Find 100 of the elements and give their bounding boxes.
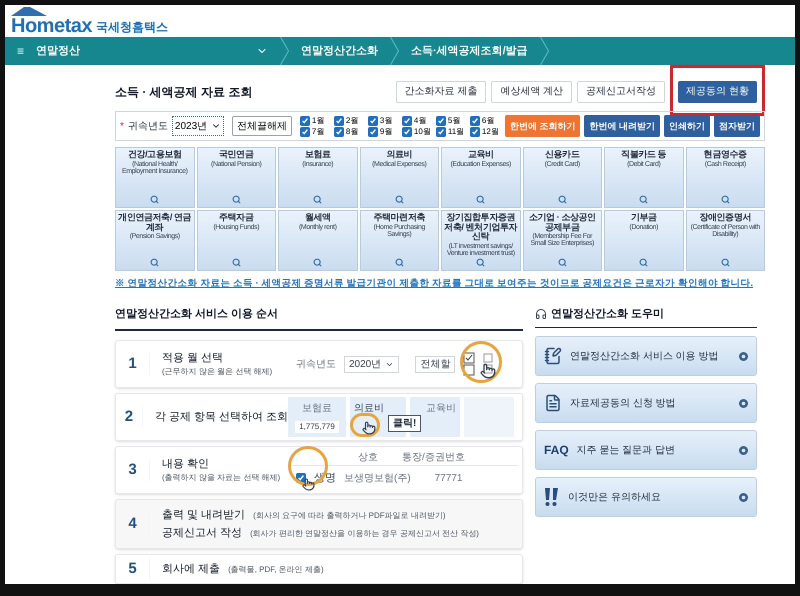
search-icon xyxy=(720,258,730,268)
month-label: 11월 xyxy=(448,128,464,136)
toolbar-button[interactable]: 제공동의 현황 xyxy=(678,80,757,102)
step-number: 5 xyxy=(116,558,150,580)
search-icon xyxy=(232,195,241,204)
action-button[interactable]: 점자받기 xyxy=(714,115,760,138)
exclamation-icon xyxy=(544,487,560,507)
month-label: 12월 xyxy=(482,128,499,136)
step-title: 내용 확인 xyxy=(162,456,210,472)
step-note: (근무하지 않은 월은 선택 해제) xyxy=(162,366,274,378)
toolbar-button[interactable]: 예상세액 계산 xyxy=(491,80,572,102)
help-link-card[interactable]: FAQ 지주 묻는 질문과 답변 xyxy=(535,430,757,470)
year-select[interactable]: 2023년 xyxy=(172,116,224,136)
logo-subtitle: 국세청홈택스 xyxy=(96,18,168,36)
help-link-label: 자료제공동의 신청 방법 xyxy=(570,396,676,410)
toolbar-button[interactable]: 공제신고서작성 xyxy=(577,80,666,102)
logo[interactable]: Hometax 국세청홈택스 xyxy=(11,6,168,36)
search-icon xyxy=(558,195,567,204)
illustration-label: 의료비 xyxy=(354,402,384,416)
section-title: 연말정산간소화 도우미 xyxy=(551,306,664,322)
checkbox[interactable] xyxy=(300,116,310,126)
month-label: 7월 xyxy=(312,128,324,136)
step-number: 3 xyxy=(116,458,150,482)
separator-icon xyxy=(390,37,399,66)
toggle-all-button[interactable]: 전체끌해제 xyxy=(232,116,292,136)
step-title: 적용 월 선택 xyxy=(162,350,224,366)
month-label: 1월 xyxy=(312,116,324,125)
step-number: 1 xyxy=(116,352,150,376)
nav-menu[interactable]: 연말정산 xyxy=(36,43,80,60)
month-label: 5월 xyxy=(448,116,460,125)
checkbox[interactable] xyxy=(300,126,310,137)
month-label: 3월 xyxy=(380,116,392,125)
search-icon xyxy=(639,258,648,268)
hand-pointer-icon xyxy=(362,421,376,435)
illustration-label: 보생명보험(주) xyxy=(344,472,411,486)
field-label: 귀속년도 xyxy=(128,120,168,134)
arrow-circle-icon xyxy=(739,352,748,360)
step-number: 2 xyxy=(116,406,143,428)
checkbox[interactable] xyxy=(470,126,480,137)
checkbox[interactable] xyxy=(334,126,344,137)
illustration-label: 77771 xyxy=(434,472,462,486)
roof-icon xyxy=(11,6,47,16)
hand-pointer-icon xyxy=(480,363,496,379)
month-label: 8월 xyxy=(346,128,358,136)
checkbox[interactable] xyxy=(470,116,480,126)
breadcrumb-link[interactable]: 연말정산간소화 xyxy=(289,43,390,60)
help-link-card[interactable]: 이것만은 유의하세요 xyxy=(535,477,757,517)
search-icon xyxy=(476,258,486,268)
action-button[interactable]: 인쇄하기 xyxy=(664,115,710,138)
search-icon xyxy=(476,195,486,204)
separator-icon xyxy=(540,37,549,66)
illustration-label: 상호 xyxy=(358,451,378,465)
document-icon xyxy=(544,394,562,412)
search-icon xyxy=(150,195,160,204)
arrow-circle-icon xyxy=(739,446,748,454)
checkbox[interactable] xyxy=(402,116,412,126)
headset-icon xyxy=(535,308,547,320)
section-title: 연말정산간소화 서비스 이용 순서 xyxy=(115,306,523,331)
search-icon xyxy=(313,258,322,268)
illustration-label: 교육비 xyxy=(426,402,456,416)
step-number: 4 xyxy=(116,512,150,536)
step-note: (출력하지 않을 자료는 선택 해제) xyxy=(162,472,282,484)
illustration-label: 귀속년도 xyxy=(296,358,336,372)
help-link-card[interactable]: 연말정산간소화 서비스 이용 방법 xyxy=(535,336,757,376)
menu-icon[interactable]: ≡ xyxy=(17,42,24,60)
search-icon xyxy=(720,195,730,204)
action-button[interactable]: 한번에 내려받기 xyxy=(584,115,660,138)
checkbox[interactable] xyxy=(368,126,378,137)
checkbox[interactable] xyxy=(334,116,344,126)
search-icon xyxy=(150,258,160,268)
logo-text: Hometax xyxy=(11,16,92,36)
help-link-card[interactable]: 자료제공동의 신청 방법 xyxy=(535,383,757,423)
checkbox[interactable] xyxy=(368,116,378,126)
checkbox-icon xyxy=(463,352,476,376)
step-note: (출력물, PDF, 온라인 제출) xyxy=(228,564,324,576)
faq-label: FAQ xyxy=(544,442,569,459)
step-title: 출력 및 내려받기 xyxy=(162,508,246,523)
month-label: 9월 xyxy=(380,128,392,136)
month-label: 6월 xyxy=(482,116,494,125)
illustration-label: 보험료 xyxy=(302,402,332,416)
checkbox-icon xyxy=(483,353,494,375)
toolbar-button[interactable]: 간소화자료 제출 xyxy=(396,80,486,102)
search-icon xyxy=(639,195,648,204)
page-title: 소득 · 세액공제 자료 조회 xyxy=(115,84,252,102)
arrow-circle-icon xyxy=(739,398,748,408)
separator-icon xyxy=(280,37,289,66)
checkbox[interactable] xyxy=(402,126,412,137)
step-title: 각 공제 항목 선택하여 조회 xyxy=(154,410,288,425)
help-link-label: 지주 묻는 질문과 답변 xyxy=(576,444,676,458)
illustration-label: 통장/증권번호 xyxy=(402,451,465,465)
help-link-label: 이것만은 유의하세요 xyxy=(568,490,661,504)
month-label: 10월 xyxy=(414,128,431,136)
search-icon xyxy=(394,258,404,268)
required-mark: * xyxy=(120,120,124,134)
help-link-label: 연말정산간소화 서비스 이용 방법 xyxy=(570,350,718,364)
breadcrumb-link[interactable]: 소득·세액공제조회/발급 xyxy=(399,43,540,60)
checkbox[interactable] xyxy=(436,126,446,137)
search-icon xyxy=(394,195,404,204)
checkbox[interactable] xyxy=(436,116,446,126)
month-label: 2월 xyxy=(346,116,358,125)
